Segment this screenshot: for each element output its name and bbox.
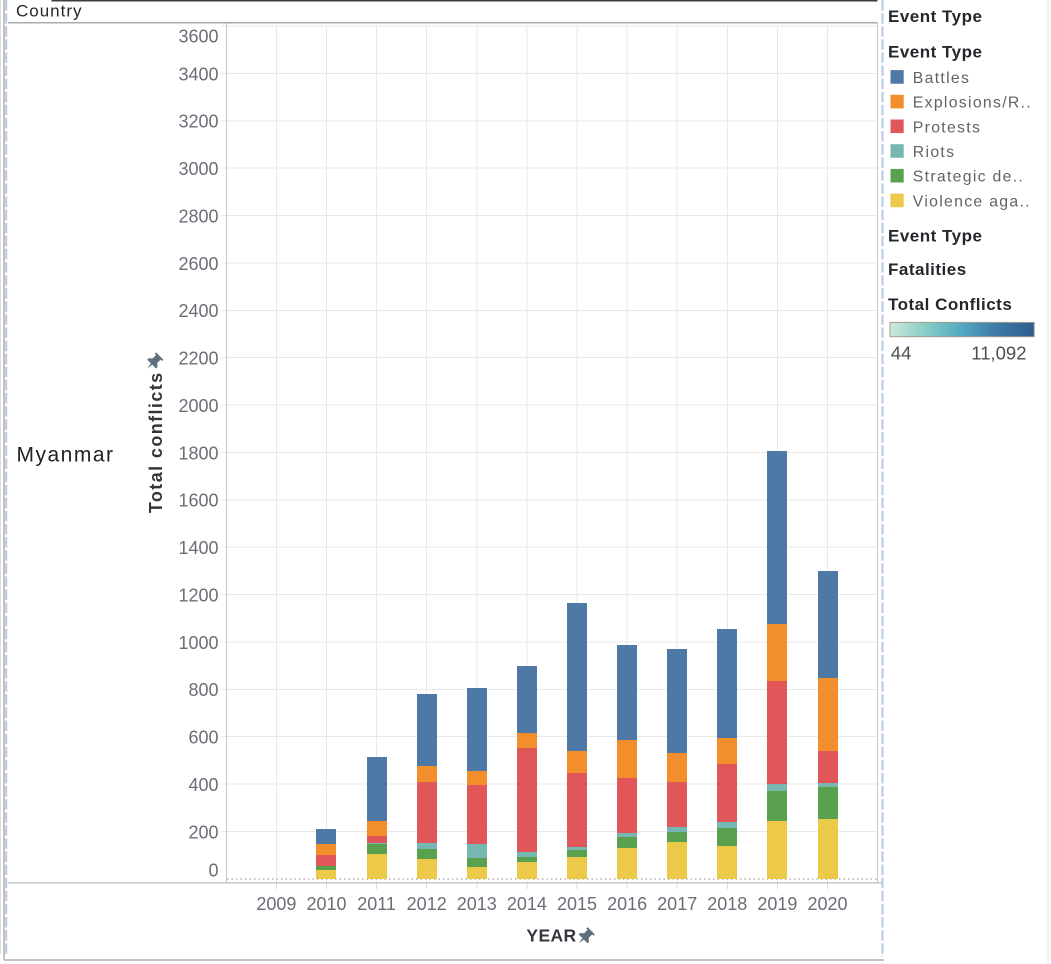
svg-text:2015: 2015 xyxy=(557,894,597,914)
svg-text:Myanmar: Myanmar xyxy=(17,443,115,466)
svg-text:44: 44 xyxy=(891,342,912,363)
svg-text:2017: 2017 xyxy=(657,894,697,914)
svg-text:3200: 3200 xyxy=(178,112,218,132)
svg-text:Country: Country xyxy=(16,2,83,21)
svg-text:1800: 1800 xyxy=(178,443,218,463)
svg-text:2020: 2020 xyxy=(807,894,847,914)
svg-text:2400: 2400 xyxy=(178,301,218,321)
svg-text:2600: 2600 xyxy=(178,254,218,274)
svg-text:2014: 2014 xyxy=(507,894,547,914)
svg-text:Fatalities: Fatalities xyxy=(888,260,967,279)
svg-text:1200: 1200 xyxy=(178,585,218,605)
svg-text:Riots: Riots xyxy=(913,144,956,161)
svg-text:3000: 3000 xyxy=(178,159,218,179)
svg-text:2800: 2800 xyxy=(178,206,218,226)
svg-text:200: 200 xyxy=(188,822,218,842)
svg-text:Protests: Protests xyxy=(913,119,981,136)
svg-text:2019: 2019 xyxy=(757,894,797,914)
svg-text:Event Type: Event Type xyxy=(888,43,982,62)
svg-text:Event Type: Event Type xyxy=(888,227,982,246)
svg-text:2018: 2018 xyxy=(707,894,747,914)
svg-text:1000: 1000 xyxy=(178,633,218,653)
svg-text:3400: 3400 xyxy=(178,64,218,84)
svg-text:2013: 2013 xyxy=(457,894,497,914)
svg-text:Total Conflicts: Total Conflicts xyxy=(888,295,1012,314)
svg-text:800: 800 xyxy=(188,680,218,700)
svg-text:Violence aga..: Violence aga.. xyxy=(913,193,1031,210)
svg-text:2016: 2016 xyxy=(607,894,647,914)
svg-text:2000: 2000 xyxy=(178,396,218,416)
svg-text:2200: 2200 xyxy=(178,349,218,369)
svg-text:2012: 2012 xyxy=(407,894,447,914)
svg-text:YEAR: YEAR xyxy=(526,926,576,946)
svg-text:Strategic de..: Strategic de.. xyxy=(913,169,1024,186)
svg-text:2010: 2010 xyxy=(306,894,346,914)
svg-text:400: 400 xyxy=(188,775,218,795)
svg-text:2009: 2009 xyxy=(256,894,296,914)
svg-text:1400: 1400 xyxy=(178,538,218,558)
svg-text:Event Type: Event Type xyxy=(888,7,982,26)
svg-text:11,092: 11,092 xyxy=(971,342,1026,363)
svg-text:Explosions/R..: Explosions/R.. xyxy=(913,95,1032,112)
svg-text:1600: 1600 xyxy=(178,491,218,511)
svg-text:0: 0 xyxy=(208,861,218,881)
svg-text:600: 600 xyxy=(188,728,218,748)
svg-text:2011: 2011 xyxy=(357,894,396,914)
svg-text:Total conflicts: Total conflicts xyxy=(146,371,166,513)
svg-text:3600: 3600 xyxy=(178,27,218,47)
svg-text:Battles: Battles xyxy=(913,70,970,87)
